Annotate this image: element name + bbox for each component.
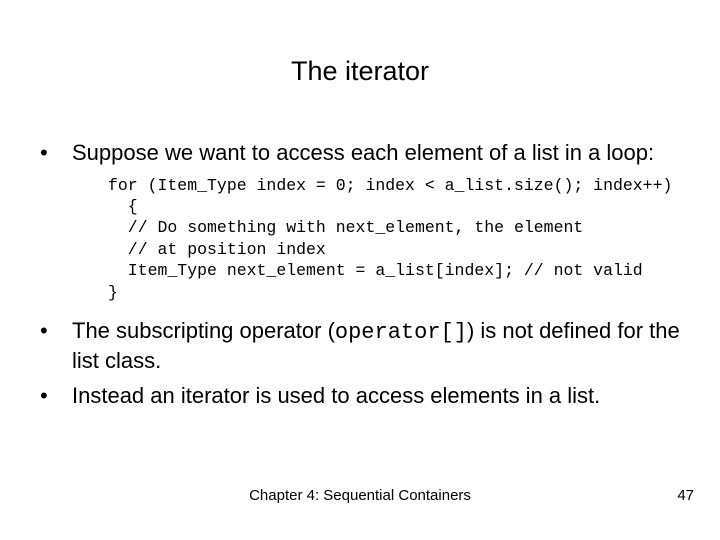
code-line-6: } [108, 283, 118, 302]
slide: The iterator Suppose we want to access e… [0, 0, 720, 540]
operator-code: operator[] [335, 320, 467, 345]
footer-chapter: Chapter 4: Sequential Containers [0, 487, 720, 504]
code-line-3: // Do something with next_element, the e… [108, 218, 583, 237]
bullet-1-text: Suppose we want to access each element o… [72, 140, 654, 165]
code-line-2: { [108, 197, 138, 216]
code-line-4: // at position index [108, 240, 326, 259]
bullet-3-text: Instead an iterator is used to access el… [72, 383, 600, 408]
bullet-2-pre: The subscripting operator ( [72, 318, 335, 343]
code-line-1: for (Item_Type index = 0; index < a_list… [108, 176, 672, 195]
code-line-5: Item_Type next_element = a_list[index]; … [108, 261, 643, 280]
bullet-2: The subscripting operator (operator[]) i… [24, 317, 696, 374]
bullet-list-2: The subscripting operator (operator[]) i… [24, 317, 696, 410]
footer-page-number: 47 [677, 487, 694, 504]
code-block: for (Item_Type index = 0; index < a_list… [108, 175, 696, 304]
bullet-list: Suppose we want to access each element o… [24, 139, 696, 167]
bullet-1: Suppose we want to access each element o… [24, 139, 696, 167]
page-title: The iterator [24, 56, 696, 87]
bullet-3: Instead an iterator is used to access el… [24, 382, 696, 410]
